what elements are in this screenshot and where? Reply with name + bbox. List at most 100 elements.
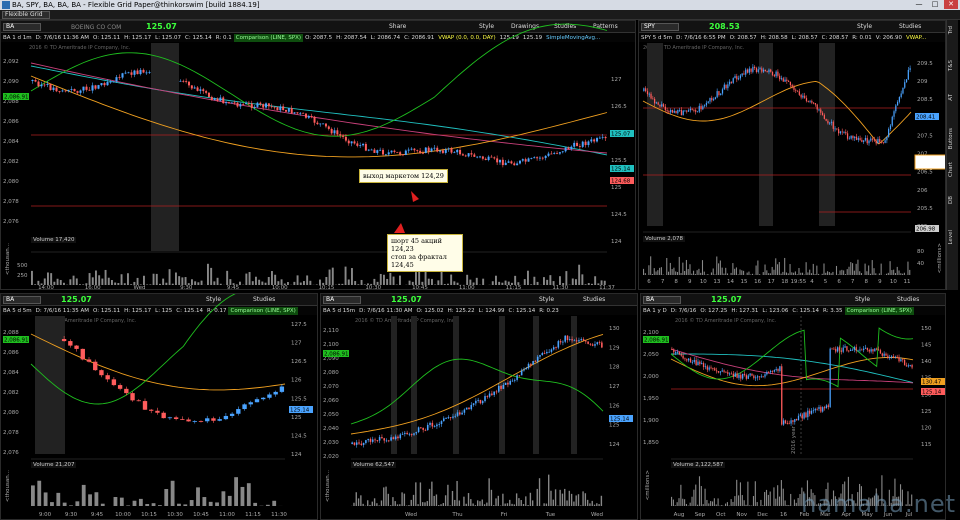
bm-candle [527,363,530,369]
bm-candle [539,355,541,357]
main-candle [470,153,473,155]
main-candle [587,141,590,146]
main-volume-bar [399,275,401,285]
main-volume-bar [296,275,299,285]
bm-candle [445,418,447,420]
close-button[interactable]: ✕ [944,0,958,9]
spy-volume-bar [855,263,857,275]
bm-candle [511,380,514,382]
spy-candle [696,111,699,113]
main-candle [190,85,193,89]
bm-candle [601,342,603,348]
right-axis-tick-label: 125.5 [611,158,627,164]
main-time-label: 10:30 [365,285,381,290]
main-candle [584,141,587,146]
bl-volume-bar [138,498,143,506]
spy-volume-bar [750,274,752,275]
bm-candle [371,439,374,442]
bm-candle [392,437,395,440]
br-candle [786,423,788,424]
pre-candle [64,90,67,92]
spy-volume-bar [741,270,743,275]
spy-volume-bar [798,267,800,275]
bl-time-label: 10:30 [167,512,183,518]
bm-price-chart[interactable]: 2,1102,1002,0902,0802,0702,0602,0502,040… [321,294,638,520]
spy-candle [700,105,702,110]
br-volume-bar [741,495,743,506]
main-volume-bar [239,281,241,285]
main-candle [279,106,282,111]
side-tab-trd[interactable]: Trd [948,26,958,34]
side-tab-at[interactable]: AT [948,94,958,101]
bm-volume-bar [465,503,467,506]
br-price-chart[interactable]: 2,100 2,050 2,000 1,950 1,900 1,850 150 145 140 1… [641,294,946,520]
left-axis-tick-label: 1,950 [643,396,659,402]
br-candle [684,358,686,360]
pre-candle [55,87,58,92]
main-candle [290,108,293,114]
bm-candle [550,349,553,352]
side-tab-buttons[interactable]: Buttons [948,128,958,149]
price-tag-vwap: 125.07 [611,132,631,138]
main-candle [487,156,490,161]
br-candle [777,369,779,371]
year-label: 2016 year [791,426,797,455]
bm-volume-bar [371,501,373,506]
main-candle [536,157,539,159]
bm-candle [470,404,473,410]
side-tab-db[interactable]: DB [948,196,958,204]
main-candle [322,123,325,125]
maximize-button[interactable]: □ [928,0,942,9]
bm-time-label: Fri [501,512,508,518]
spy-volume-bar [659,267,661,275]
bm-candle [355,442,358,445]
bm-candle [365,440,367,443]
right-axis-tick-label: 129 [609,345,620,351]
main-volume-bar [408,280,411,285]
bottom-right-chart-panel: BA 125.07 Style Studies BA 1 y D D: 7/6/1… [640,293,946,520]
spy-candle [707,101,709,103]
spy-candle [746,69,749,73]
bm-candle [410,433,413,435]
bl-volume-bar [151,503,156,506]
spy-candle [902,87,904,94]
main-candle [484,158,487,161]
spy-volume-bar [907,261,909,275]
spx-tag: 2,086.91 [4,95,29,101]
bl-time-label: 11:30 [271,512,287,518]
volume-label: Volume 21,207 [31,462,77,468]
price-tag-low: 206.98 [916,227,936,233]
main-volume-bar [565,271,568,285]
bl-price-chart[interactable]: 2,088 2,086 2,084 2,082 2,080 2,078 2,076 127.5… [1,294,318,520]
bm-candle [566,335,569,341]
side-tab-chart[interactable]: Chart [948,162,958,177]
right-axis-tick-label: 126.5 [611,104,627,110]
main-volume-bar [31,270,33,285]
main-price-chart[interactable]: 2,0922,0902,0882,0862,0842,0822,0802,078… [1,21,636,290]
spy-candle [904,82,906,88]
side-tab-level[interactable]: Level [948,230,958,245]
br-candle [755,377,757,379]
br-candle [751,373,753,376]
bm-candle [497,385,500,392]
spy-time-label: 10 [890,279,897,285]
grid-layout-select[interactable]: Flexible Grid [2,11,50,19]
bm-volume-bar [536,488,538,506]
spy-candle [729,81,731,85]
bl-candle [211,418,216,421]
spy-candle [909,68,911,70]
spy-candle [787,80,790,82]
spy-time-label: 8 [865,279,869,285]
spy-candle [759,68,761,70]
bm-volume-bar [531,500,534,506]
main-volume-bar [514,275,517,285]
spy-candle [661,104,663,107]
main-candle [302,112,305,114]
main-candle [521,159,524,161]
side-tab-ts[interactable]: T&S [948,60,958,71]
right-axis-tick-label: 205.5 [917,206,933,212]
bl-candle [273,391,278,395]
bm-candle [534,361,537,362]
minimize-button[interactable]: — [912,0,926,9]
spy-price-chart[interactable]: 209.5209208.5208207.5207206.5206205.5205… [639,21,946,290]
